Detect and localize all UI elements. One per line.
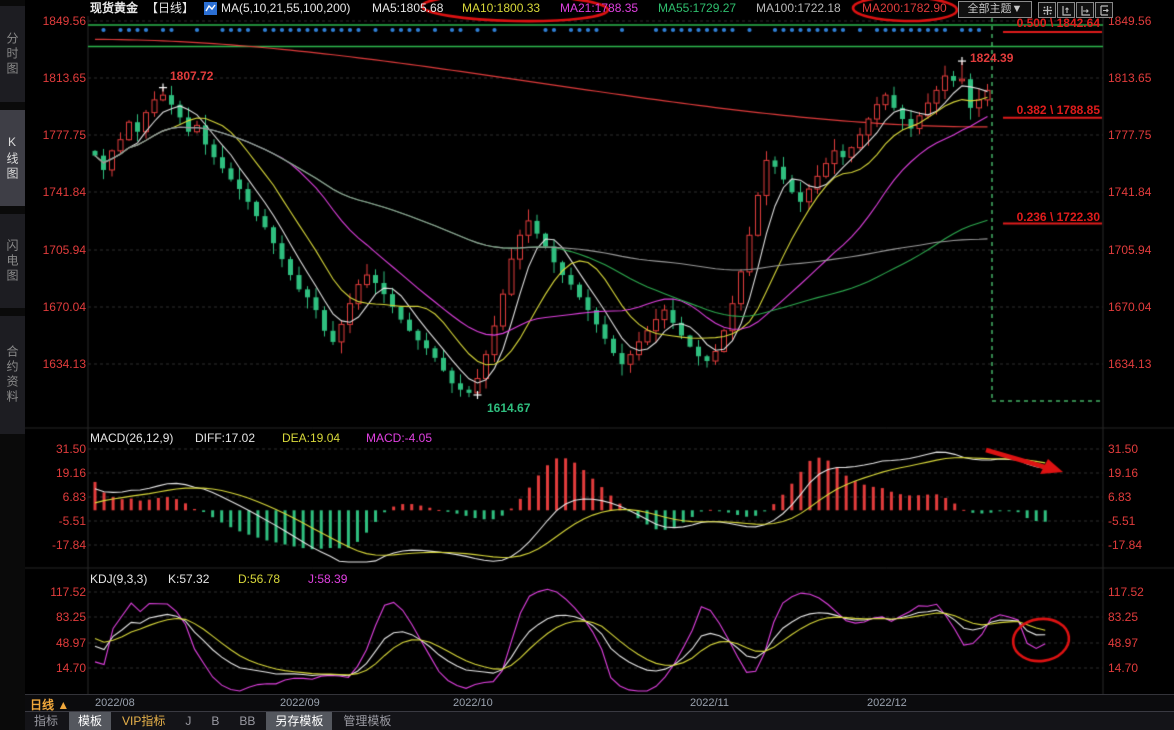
y-axis-label: 1849.56 [28,14,86,28]
tab-templates[interactable]: 模板 [69,712,111,730]
ma100-value: MA100:1722.18 [756,1,841,16]
ma55-value: MA55:1729.27 [658,1,736,16]
kdj-title: KDJ(9,3,3) [90,572,147,586]
y-axis-label: 1777.75 [1108,128,1168,142]
x-axis-label: 2022/09 [280,697,320,709]
collapse-right-icon[interactable] [1095,2,1113,18]
ma200-value: MA200:1782.90 [862,1,947,16]
macd-axis-label: -5.51 [28,514,86,528]
trading-app-window: 分时图 K线图 闪电图 合约资料 现货黄金 【日线】 MA(5,10,21,55… [0,0,1174,730]
kdj-axis-label: 83.25 [28,610,86,624]
sidebar-item-label: K线图 [4,135,21,182]
kdj-axis-label: 117.52 [1108,585,1168,599]
tab-vip-indicators[interactable]: VIP指标 [113,712,174,730]
swing-high-label: 1807.72 [170,69,213,83]
macd-axis-label: 19.16 [28,466,86,480]
macd-axis-label: 31.50 [28,442,86,456]
macd-axis-label: -5.51 [1108,514,1168,528]
tab-b[interactable]: B [202,712,228,730]
y-axis-label: 1741.84 [1108,185,1168,199]
sidebar-item-kline-chart[interactable]: K线图 [0,110,25,206]
y-axis-label: 1705.94 [28,243,86,257]
y-axis-label: 1741.84 [28,185,86,199]
tab-manage-template[interactable]: 管理模板 [334,712,400,730]
ma5-value: MA5:1805.68 [372,1,443,16]
macd-dea-value: DEA:19.04 [282,431,340,445]
kdj-axis-label: 117.52 [28,585,86,599]
tab-save-template[interactable]: 另存模板 [266,712,332,730]
ma10-value: MA10:1800.33 [462,1,540,16]
swing-low-label: 1614.67 [487,401,530,415]
kdj-axis-label: 14.70 [1108,661,1168,675]
y-axis-label: 1634.13 [28,357,86,371]
left-sidebar: 分时图 K线图 闪电图 合约资料 [0,0,25,730]
sidebar-item-contract-info[interactable]: 合约资料 [0,316,25,434]
ma21-value: MA21:1788.35 [560,1,638,16]
zoom-x-axis-icon[interactable] [1076,2,1094,18]
tab-bb[interactable]: BB [230,712,264,730]
tab-indicators[interactable]: 指标 [25,712,67,730]
sidebar-item-time-chart[interactable]: 分时图 [0,6,25,102]
zoom-y-axis-icon[interactable] [1057,2,1075,18]
macd-axis-label: -17.84 [1108,538,1168,552]
fib-level-0382: 0.382 \ 1788.85 [1000,103,1100,117]
theme-dropdown-button[interactable]: 全部主题▼ [958,1,1032,18]
kdj-axis-label: 83.25 [1108,610,1168,624]
x-axis-label: 2022/10 [453,697,493,709]
macd-axis-label: 31.50 [1108,442,1168,456]
x-axis-label: 2022/11 [690,697,729,709]
chart-canvas[interactable] [0,0,1174,730]
y-axis-label: 1813.65 [1108,71,1168,85]
macd-title: MACD(26,12,9) [90,431,173,445]
macd-diff-value: DIFF:17.02 [195,431,255,445]
bottom-toolbar: 指标 模板 VIP指标 J B BB 另存模板 管理模板 [25,711,1174,730]
x-axis-label: 2022/12 [867,697,907,709]
symbol-title: 现货黄金 [90,1,138,16]
x-axis-label: 2022/08 [95,697,135,709]
pan-icon[interactable] [1038,2,1056,18]
sidebar-item-label: 分时图 [4,32,21,77]
kdj-k-value: K:57.32 [168,572,209,586]
y-axis-label: 1777.75 [28,128,86,142]
tab-j[interactable]: J [176,712,200,730]
y-axis-label: 1705.94 [1108,243,1168,257]
y-axis-label: 1849.56 [1108,14,1168,28]
y-axis-label: 1634.13 [1108,357,1168,371]
kdj-axis-label: 14.70 [28,661,86,675]
sidebar-item-label: 闪电图 [4,239,21,284]
period-title: 【日线】 [146,1,194,16]
sidebar-item-lightning-chart[interactable]: 闪电图 [0,214,25,308]
macd-axis-label: 6.83 [28,490,86,504]
fib-level-0500: 0.500 \ 1842.64 [1000,16,1100,30]
sidebar-item-label: 合约资料 [4,345,21,405]
kdj-axis-label: 48.97 [1108,636,1168,650]
macd-axis-label: 19.16 [1108,466,1168,480]
y-axis-label: 1670.04 [28,300,86,314]
kdj-axis-label: 48.97 [28,636,86,650]
fib-level-0236: 0.236 \ 1722.30 [1000,210,1100,224]
kline-icon [204,2,217,20]
date-axis-strip [25,694,1174,712]
kdj-j-value: J:58.39 [308,572,347,586]
macd-value: MACD:-4.05 [366,431,432,445]
macd-axis-label: 6.83 [1108,490,1168,504]
ma-settings-label: MA(5,10,21,55,100,200) [221,1,350,16]
macd-axis-label: -17.84 [28,538,86,552]
swing-high-label: 1824.39 [970,51,1013,65]
y-axis-label: 1670.04 [1108,300,1168,314]
y-axis-label: 1813.65 [28,71,86,85]
kdj-d-value: D:56.78 [238,572,280,586]
